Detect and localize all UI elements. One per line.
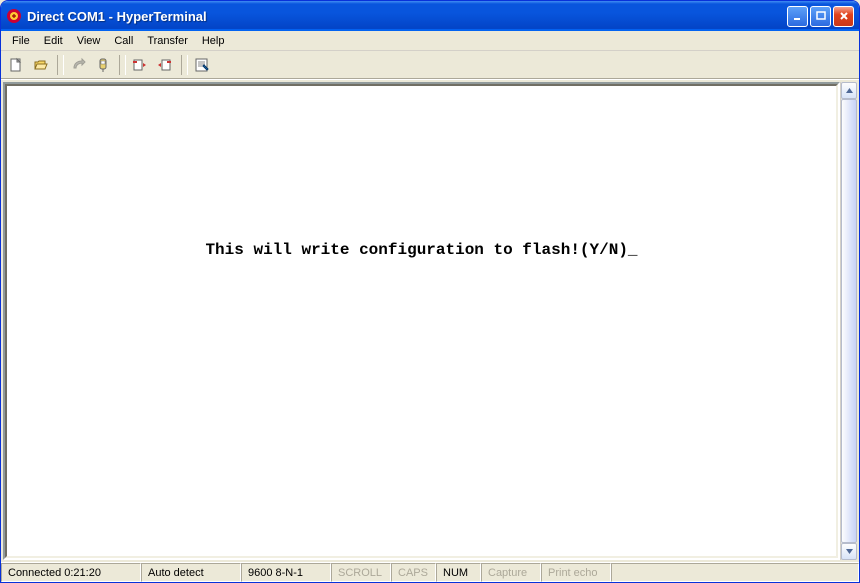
window-controls bbox=[787, 6, 854, 27]
minimize-button[interactable] bbox=[787, 6, 808, 27]
scroll-down-icon[interactable] bbox=[841, 543, 857, 560]
menu-help[interactable]: Help bbox=[195, 33, 232, 49]
main-window: Direct COM1 - HyperTerminal File Edit Vi… bbox=[0, 0, 860, 583]
disconnect-icon[interactable] bbox=[92, 54, 114, 76]
send-icon[interactable] bbox=[129, 54, 151, 76]
separator bbox=[181, 55, 182, 75]
status-spacer bbox=[611, 563, 859, 582]
close-button[interactable] bbox=[833, 6, 854, 27]
maximize-button[interactable] bbox=[810, 6, 831, 27]
menu-view[interactable]: View bbox=[70, 33, 108, 49]
vertical-scrollbar[interactable] bbox=[840, 82, 857, 560]
menu-file[interactable]: File bbox=[5, 33, 37, 49]
separator bbox=[119, 55, 120, 75]
status-capture: Capture bbox=[481, 563, 541, 582]
terminal[interactable]: This will write configuration to flash!(… bbox=[5, 84, 838, 558]
menubar: File Edit View Call Transfer Help bbox=[1, 31, 859, 51]
scroll-thumb[interactable] bbox=[841, 99, 857, 543]
receive-icon[interactable] bbox=[154, 54, 176, 76]
terminal-text: This will write configuration to flash!(… bbox=[7, 241, 836, 259]
status-port-settings: 9600 8-N-1 bbox=[241, 563, 331, 582]
menu-edit[interactable]: Edit bbox=[37, 33, 70, 49]
connect-icon[interactable] bbox=[67, 54, 89, 76]
status-scroll: SCROLL bbox=[331, 563, 391, 582]
open-icon[interactable] bbox=[30, 54, 52, 76]
menu-transfer[interactable]: Transfer bbox=[140, 33, 195, 49]
status-caps: CAPS bbox=[391, 563, 436, 582]
content-area: This will write configuration to flash!(… bbox=[1, 79, 859, 562]
status-printecho: Print echo bbox=[541, 563, 611, 582]
separator bbox=[57, 55, 58, 75]
app-icon bbox=[6, 8, 22, 24]
status-num: NUM bbox=[436, 563, 481, 582]
window-title: Direct COM1 - HyperTerminal bbox=[27, 9, 787, 24]
status-autodetect: Auto detect bbox=[141, 563, 241, 582]
scroll-track[interactable] bbox=[841, 99, 857, 543]
toolbar bbox=[1, 51, 859, 79]
new-icon[interactable] bbox=[5, 54, 27, 76]
titlebar[interactable]: Direct COM1 - HyperTerminal bbox=[1, 1, 859, 31]
terminal-frame: This will write configuration to flash!(… bbox=[3, 82, 840, 560]
statusbar: Connected 0:21:20 Auto detect 9600 8-N-1… bbox=[1, 562, 859, 582]
scroll-up-icon[interactable] bbox=[841, 82, 857, 99]
properties-icon[interactable] bbox=[191, 54, 213, 76]
menu-call[interactable]: Call bbox=[107, 33, 140, 49]
status-connection: Connected 0:21:20 bbox=[1, 563, 141, 582]
